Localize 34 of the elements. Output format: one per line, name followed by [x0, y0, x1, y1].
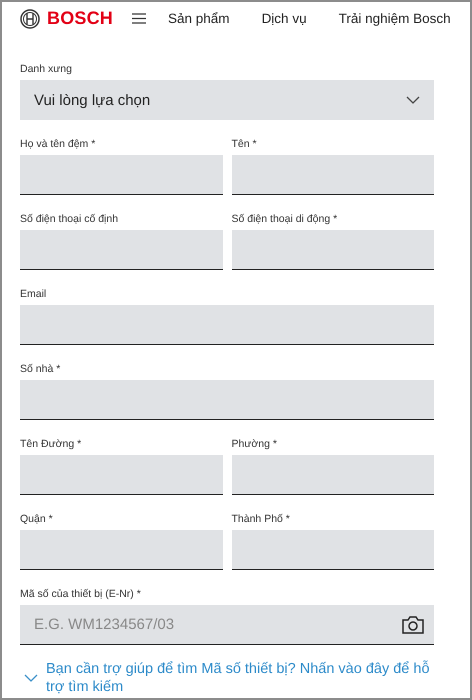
input-field[interactable]: [232, 155, 434, 195]
nav-link[interactable]: Trải nghiệm Bosch: [338, 11, 451, 26]
input-field[interactable]: [20, 230, 222, 270]
field-label: Tên *: [232, 137, 258, 151]
help-link[interactable]: Bạn cần trợ giúp để tìm Mã số thiết bị? Nhấn vào đây để hỗ trợ tìm kiếm: [46, 660, 434, 696]
field-label: Quận *: [20, 512, 54, 526]
field-label: Phường *: [232, 437, 278, 451]
input-field[interactable]: [232, 230, 434, 270]
input-field[interactable]: [20, 455, 222, 495]
menu-icon[interactable]: [132, 13, 146, 24]
field-label: Số điện thoại di động *: [232, 212, 338, 226]
camera-icon[interactable]: [402, 616, 424, 634]
input-field[interactable]: [232, 455, 434, 495]
brand-name[interactable]: BOSCH: [47, 8, 114, 29]
chevron-down-icon: [406, 96, 420, 104]
input-field[interactable]: [232, 530, 434, 570]
bosch-logo-icon: [20, 8, 40, 28]
nav-link[interactable]: Dịch vụ: [262, 11, 307, 26]
chevron-down-icon: [24, 674, 38, 682]
field-label: Số nhà *: [20, 362, 62, 376]
field-label: Email: [20, 287, 48, 301]
field-label: Thành Phố *: [232, 512, 291, 526]
field-label: Mã số của thiết bị (E-Nr) *: [20, 587, 142, 601]
input-field[interactable]: [20, 530, 222, 570]
field-label: Danh xưng: [20, 62, 73, 76]
input-field[interactable]: [20, 380, 434, 420]
input-field[interactable]: E.G. WM1234567/03: [20, 605, 434, 645]
field-label: Họ và tên đệm *: [20, 137, 96, 151]
input-field[interactable]: [20, 155, 222, 195]
nav-link[interactable]: Sản phẩm: [168, 11, 230, 26]
field-label: Tên Đường *: [20, 437, 82, 451]
input-field[interactable]: [20, 305, 434, 345]
select-field[interactable]: Vui lòng lựa chọn: [20, 80, 434, 120]
field-label: Số điện thoại cố định: [20, 212, 120, 226]
